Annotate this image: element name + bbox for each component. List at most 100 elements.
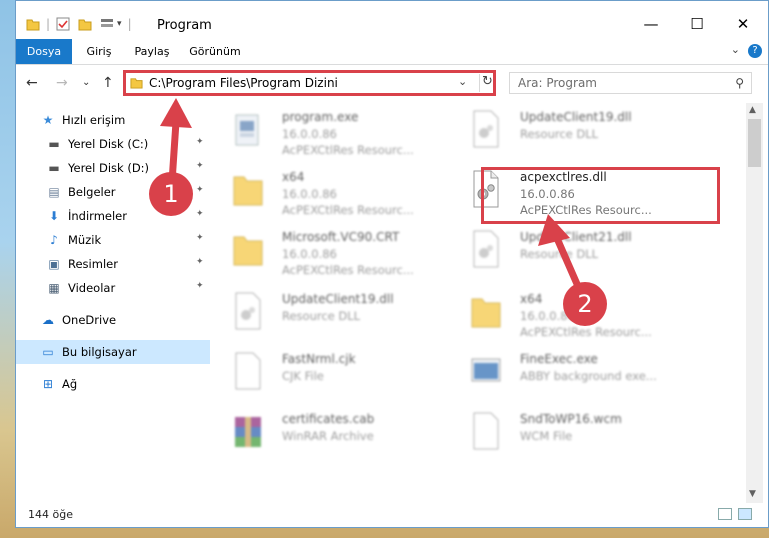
ribbon-expand-icon[interactable]: ⌄ (731, 43, 740, 56)
file-description: AcPEXCtlRes Resourc... (520, 325, 652, 339)
folder-icon (26, 19, 40, 31)
sidebar-item-label: OneDrive (62, 313, 117, 327)
forward-button[interactable]: → (56, 75, 68, 91)
customize-toolbar-icon[interactable]: ▾ (117, 19, 122, 29)
folder-item-microsoft-vc90-crt[interactable]: Microsoft.VC90.CRT 16.0.0.86 AcPEXCtlRes… (224, 223, 454, 279)
help-icon[interactable]: ? (748, 44, 762, 58)
up-button[interactable]: ↑ (102, 75, 114, 91)
sidebar-item-this-pc[interactable]: ▭ Bu bilgisayar (16, 340, 210, 364)
sidebar-item-onedrive[interactable]: ☁ OneDrive (16, 308, 210, 332)
scroll-up-icon[interactable]: ▲ (749, 105, 756, 115)
dll-file-icon (473, 230, 499, 268)
file-item-sndtowp16-wcm[interactable]: SndToWP16.wcm WCM File (462, 405, 692, 461)
file-item-updateclient19-dll[interactable]: UpdateClient19.dll Resource DLL (462, 103, 692, 159)
folder-icon (233, 176, 263, 206)
search-input[interactable]: Ara: Program (518, 76, 597, 90)
vertical-scrollbar[interactable]: ▲ ▼ (746, 103, 763, 503)
file-name: x64 (282, 170, 305, 184)
file-item-fastnrml-cjk[interactable]: FastNrml.cjk CJK File (224, 345, 454, 401)
tab-share[interactable]: Paylaş (126, 39, 178, 64)
pin-icon: ✦ (196, 257, 204, 267)
file-name: Microsoft.VC90.CRT (282, 230, 400, 244)
file-type: Resource DLL (520, 247, 599, 261)
file-type: Resource DLL (282, 309, 361, 323)
pin-icon: ✦ (196, 137, 204, 147)
file-description: AcPEXCtlRes Resourc... (282, 203, 414, 217)
sidebar-item-pictures[interactable]: ▣ Resimler ✦ (16, 252, 210, 276)
close-button[interactable]: ✕ (720, 9, 766, 39)
file-type: ABBY background exe... (520, 369, 657, 383)
sidebar-item-label: Ağ (62, 377, 78, 391)
sidebar-item-label: Yerel Disk (C:) (68, 137, 149, 151)
file-name: x64 (520, 292, 543, 306)
sidebar-item-network[interactable]: ⊞ Ağ (16, 372, 210, 396)
network-icon: ⊞ (42, 377, 54, 391)
search-box[interactable]: Ara: Program ⚲ (509, 72, 752, 94)
videos-icon: ▦ (48, 281, 60, 295)
drive-icon: ▬ (48, 161, 60, 175)
file-list: program.exe 16.0.0.86 AcPEXCtlRes Resour… (224, 103, 746, 503)
pin-icon: ✦ (196, 161, 204, 171)
details-view-icon[interactable] (718, 508, 732, 520)
file-name: UpdateClient19.dll (520, 110, 632, 124)
file-name: UpdateClient19.dll (282, 292, 394, 306)
sidebar-item-videos[interactable]: ▦ Videolar ✦ (16, 276, 210, 300)
sidebar-item-label: Belgeler (68, 185, 116, 199)
sidebar-item-music[interactable]: ♪ Müzik ✦ (16, 228, 210, 252)
tab-file[interactable]: Dosya (16, 39, 72, 64)
maximize-button[interactable]: ☐ (674, 9, 720, 39)
navigation-pane: ★ Hızlı erişim ▬ Yerel Disk (C:) ✦ ▬ Yer… (16, 103, 210, 503)
folder-item-x64[interactable]: x64 16.0.0.86 AcPEXCtlRes Resourc... (224, 163, 454, 219)
sidebar-item-label: İndirmeler (68, 209, 127, 223)
file-name: UpdateClient21.dll (520, 230, 632, 244)
file-type: CJK File (282, 369, 324, 383)
scroll-down-icon[interactable]: ▼ (749, 489, 756, 499)
toolbar-divider: | (127, 17, 132, 31)
address-bar-highlight (123, 70, 496, 96)
winrar-archive-icon (235, 417, 261, 447)
step-badge-2: 2 (563, 282, 607, 326)
new-folder-icon[interactable] (78, 17, 92, 31)
file-item-program-exe[interactable]: program.exe 16.0.0.86 AcPEXCtlRes Resour… (224, 103, 454, 159)
search-icon: ⚲ (735, 76, 744, 90)
file-item-certificates-cab[interactable]: certificates.cab WinRAR Archive (224, 405, 454, 461)
sidebar-item-label: Resimler (68, 257, 118, 271)
view-options-icon[interactable] (100, 17, 114, 31)
file-item-fineexec-exe[interactable]: FineExec.exe ABBY background exe... (462, 345, 692, 401)
cloud-icon: ☁ (42, 313, 54, 327)
file-item-updateclient21-dll[interactable]: UpdateClient21.dll Resource DLL (462, 223, 692, 279)
blank-file-icon (473, 412, 499, 450)
drive-icon: ▬ (48, 137, 60, 151)
tab-home[interactable]: Giriş (76, 39, 122, 64)
star-icon: ★ (42, 113, 54, 127)
file-type: WCM File (520, 429, 573, 443)
ribbon-tabs: Dosya Giriş Paylaş Görünüm ⌄ ? (16, 39, 768, 65)
title-bar: | ▾ | Program — ☐ ✕ (16, 1, 768, 39)
sidebar-item-label: Hızlı erişim (62, 113, 126, 127)
dll-file-icon (235, 292, 261, 330)
file-version: 16.0.0.86 (282, 247, 337, 261)
file-type: Resource DLL (520, 127, 599, 141)
sidebar-item-quick-access[interactable]: ★ Hızlı erişim (16, 108, 210, 132)
sidebar-item-local-disk-c[interactable]: ▬ Yerel Disk (C:) ✦ (16, 132, 210, 156)
large-icons-view-icon[interactable] (738, 508, 752, 520)
back-button[interactable]: ← (26, 75, 38, 91)
sidebar-item-label: Yerel Disk (D:) (68, 161, 150, 175)
tab-view[interactable]: Görünüm (182, 39, 248, 64)
sidebar-item-label: Videolar (68, 281, 116, 295)
recent-locations-button[interactable]: ⌄ (82, 77, 90, 88)
minimize-button[interactable]: — (628, 9, 674, 39)
file-name: FineExec.exe (520, 352, 598, 366)
folder-icon (471, 298, 501, 328)
file-type: WinRAR Archive (282, 429, 374, 443)
scrollbar-thumb[interactable] (748, 119, 761, 167)
download-icon: ⬇ (48, 209, 60, 223)
toolbar-divider: | (46, 17, 51, 31)
documents-icon: ▤ (48, 185, 60, 199)
pictures-icon: ▣ (48, 257, 60, 271)
computer-icon: ▭ (42, 345, 54, 359)
pin-icon: ✦ (196, 209, 204, 219)
file-item-updateclient19-dll-2[interactable]: UpdateClient19.dll Resource DLL (224, 285, 454, 341)
properties-icon[interactable] (56, 17, 70, 31)
file-highlight (481, 167, 720, 224)
